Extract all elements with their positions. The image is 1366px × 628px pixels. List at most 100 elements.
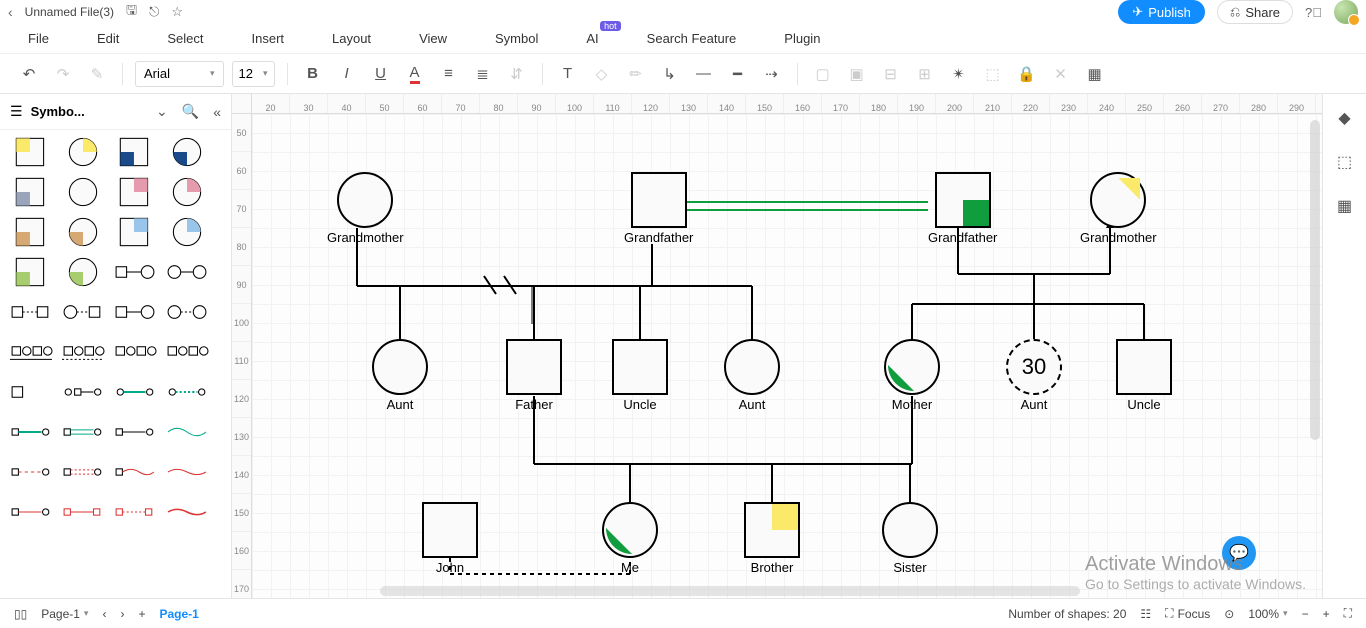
bring-front-icon[interactable]: ▣ [844,61,870,87]
menu-edit[interactable]: Edit [97,31,119,46]
underline-icon[interactable]: U [368,61,394,87]
node-brother[interactable]: Brother [744,502,800,575]
size-select[interactable]: 12▾ [232,61,275,87]
layers-icon[interactable]: ⬚ [1337,152,1352,172]
menu-file[interactable]: File [28,31,49,46]
symbol-item[interactable] [114,216,156,248]
symbol-item[interactable] [114,496,156,528]
fullscreen-icon[interactable]: ⛶ [1344,606,1352,621]
symbol-item[interactable] [114,456,156,488]
symbol-item[interactable] [10,176,52,208]
node-father[interactable]: Father [506,339,562,412]
spacing-icon[interactable]: ⇵ [504,61,530,87]
format-painter-icon[interactable]: ✎ [84,61,110,87]
symbol-item[interactable] [166,296,208,328]
send-back-icon[interactable]: ▢ [810,61,836,87]
align-h-icon[interactable]: ≡ [436,61,462,87]
line-weight-icon[interactable]: ━ [725,61,751,87]
chevron-down-icon[interactable]: ⌄ [156,103,168,120]
fit-icon[interactable]: ⊙ [1224,607,1234,621]
symbol-item[interactable] [62,136,104,168]
connector-icon[interactable]: ↳ [657,61,683,87]
symbol-item[interactable] [10,336,52,368]
symbol-item[interactable] [114,416,156,448]
symbol-item[interactable] [166,376,208,408]
symbol-item[interactable] [62,216,104,248]
arrow-style-icon[interactable]: ⇢ [759,61,785,87]
symbol-item[interactable] [10,456,52,488]
menu-ai[interactable]: AIhot [586,31,598,46]
external-icon[interactable]: ⎋ [149,4,159,20]
canvas[interactable]: Grandmother Grandfather Grandfather Gran… [252,114,1322,598]
focus-button[interactable]: ⛶ Focus [1165,606,1210,621]
node-sister[interactable]: Sister [882,502,938,575]
publish-button[interactable]: ✈Publish [1118,0,1205,24]
add-page-icon[interactable]: + [138,607,145,621]
node-aunt-2[interactable]: Aunt [724,339,780,412]
save-icon[interactable]: 🖫 [126,1,137,23]
node-grandfather-2[interactable]: Grandfather [928,172,997,245]
menu-plugin[interactable]: Plugin [784,31,820,46]
symbol-item[interactable] [62,176,104,208]
group-icon[interactable]: ⊞ [912,61,938,87]
node-uncle-1[interactable]: Uncle [612,339,668,412]
page-tab[interactable]: Page-1 [159,607,198,621]
crop-icon[interactable]: ⬚ [980,61,1006,87]
share-button[interactable]: ⎌Share [1217,0,1293,24]
avatar[interactable] [1334,0,1358,24]
page-select[interactable]: Page-1 ▾ [41,607,88,621]
node-me[interactable]: Me [602,502,658,575]
align-tool-icon[interactable]: ⊟ [878,61,904,87]
symbol-item[interactable] [10,496,52,528]
symbol-item[interactable] [114,256,156,288]
horizontal-scrollbar[interactable] [380,586,1080,596]
fill-tool-icon[interactable]: ◆ [1338,108,1350,128]
chat-bubble-icon[interactable]: 💬 [1222,536,1256,570]
symbol-item[interactable] [62,296,104,328]
menu-insert[interactable]: Insert [252,31,285,46]
symbol-item[interactable] [10,416,52,448]
node-aunt-3[interactable]: 30Aunt [1006,339,1062,412]
symbol-item[interactable] [62,496,104,528]
symbol-item[interactable] [166,216,208,248]
node-uncle-2[interactable]: Uncle [1116,339,1172,412]
tools-icon[interactable]: ✕ [1048,61,1074,87]
line-color-icon[interactable]: ✏ [623,61,649,87]
symbol-item[interactable] [166,496,208,528]
pages-icon[interactable]: ▯▯ [14,607,27,621]
symbol-item[interactable] [166,416,208,448]
search-icon[interactable]: 🔍 [182,103,199,120]
symbol-item[interactable] [10,296,52,328]
symbol-item[interactable] [166,256,208,288]
lock-icon[interactable]: 🔒 [1014,61,1040,87]
zoom-level[interactable]: 100% ▾ [1248,607,1287,621]
line-style-icon[interactable]: — [691,61,717,87]
node-grandfather-1[interactable]: Grandfather [624,172,693,245]
symbol-item[interactable] [10,256,52,288]
symbol-item[interactable] [114,336,156,368]
symbol-item[interactable] [10,216,52,248]
symbol-item[interactable] [166,336,208,368]
node-john[interactable]: John [422,502,478,575]
menu-view[interactable]: View [419,31,447,46]
symbol-item[interactable] [114,136,156,168]
font-color-icon[interactable]: A [402,61,428,87]
next-page-icon[interactable]: › [120,607,124,621]
help-icon[interactable]: ?⃝ [1305,5,1322,20]
symbol-item[interactable] [62,456,104,488]
vertical-scrollbar[interactable] [1310,120,1320,440]
back-icon[interactable]: ‹ [8,4,13,20]
effects-icon[interactable]: ✴ [946,61,972,87]
redo-icon[interactable]: ↷ [50,61,76,87]
symbol-item[interactable] [166,176,208,208]
star-icon[interactable]: ☆ [171,4,183,20]
symbol-item[interactable] [114,376,156,408]
menu-symbol[interactable]: Symbol [495,31,538,46]
prev-page-icon[interactable]: ‹ [102,607,106,621]
menu-select[interactable]: Select [167,31,203,46]
node-aunt-1[interactable]: Aunt [372,339,428,412]
node-grandmother-1[interactable]: Grandmother [327,172,404,245]
zoom-out-icon[interactable]: − [1302,607,1309,621]
symbol-item[interactable] [62,416,104,448]
font-select[interactable]: Arial▾ [135,61,224,87]
